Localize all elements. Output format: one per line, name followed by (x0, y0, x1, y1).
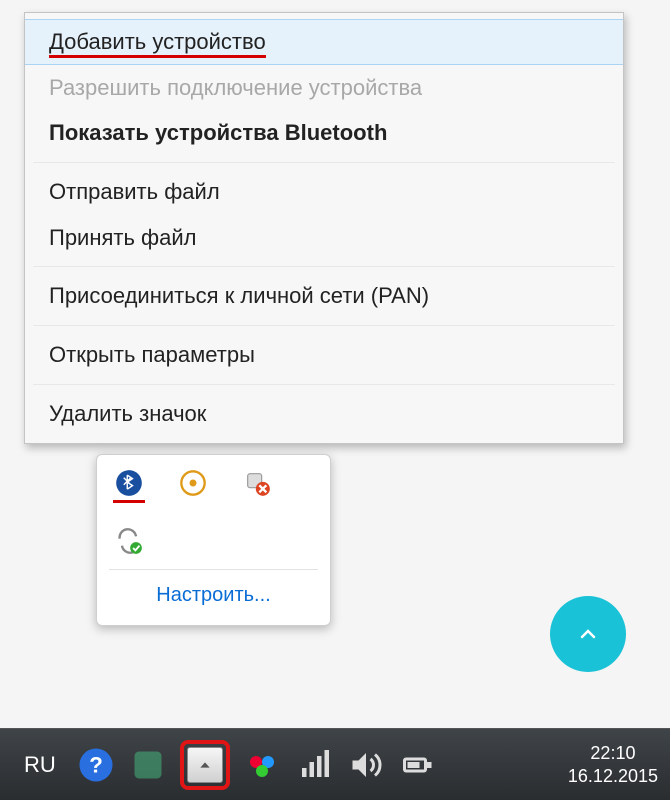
menu-separator (33, 162, 615, 163)
hidden-icons-grid (109, 465, 318, 569)
people-icon[interactable] (244, 747, 280, 783)
menu-item-show-bt-devices[interactable]: Показать устройства Bluetooth (25, 110, 623, 156)
volume-icon[interactable] (348, 747, 384, 783)
chevron-up-icon (576, 622, 600, 646)
language-indicator[interactable]: RU (24, 752, 56, 778)
menu-item-label: Присоединиться к личной сети (PAN) (49, 283, 429, 308)
show-hidden-highlight (180, 740, 230, 790)
blocked-icon[interactable] (243, 469, 271, 497)
power-icon[interactable] (400, 747, 436, 783)
bluetooth-icon[interactable] (115, 469, 143, 497)
svg-text:?: ? (89, 752, 103, 777)
network-icon[interactable] (296, 747, 332, 783)
taskbar: RU ? 22:10 16.12.2015 (0, 728, 670, 800)
help-icon[interactable]: ? (78, 747, 114, 783)
menu-item-add-device[interactable]: Добавить устройство (25, 19, 623, 65)
taskbar-clock[interactable]: 22:10 16.12.2015 (568, 742, 658, 787)
menu-separator (33, 325, 615, 326)
menu-item-remove-icon[interactable]: Удалить значок (25, 391, 623, 437)
menu-item-label: Разрешить подключение устройства (49, 75, 422, 100)
menu-item-receive-file[interactable]: Принять файл (25, 215, 623, 261)
menu-item-label: Открыть параметры (49, 342, 255, 367)
menu-item-label: Добавить устройство (49, 29, 266, 58)
tray-settings-link[interactable]: Настроить... (109, 570, 318, 625)
menu-item-label: Принять файл (49, 225, 197, 250)
menu-item-open-settings[interactable]: Открыть параметры (25, 332, 623, 378)
show-hidden-icons-button[interactable] (187, 747, 223, 783)
bluetooth-context-menu: Добавить устройство Разрешить подключени… (24, 12, 624, 444)
menu-item-label: Удалить значок (49, 401, 206, 426)
clock-date: 16.12.2015 (568, 765, 658, 788)
scroll-up-fab[interactable] (550, 596, 626, 672)
hidden-icons-flyout: Настроить... (96, 454, 331, 626)
menu-item-label: Отправить файл (49, 179, 220, 204)
sync-ok-icon[interactable] (115, 527, 143, 555)
menu-item-allow-connect: Разрешить подключение устройства (25, 65, 623, 111)
app-icon[interactable] (130, 747, 166, 783)
menu-item-send-file[interactable]: Отправить файл (25, 169, 623, 215)
safely-remove-icon[interactable] (179, 469, 207, 497)
desktop-background: Добавить устройство Разрешить подключени… (0, 0, 670, 728)
menu-separator (33, 384, 615, 385)
menu-separator (33, 266, 615, 267)
menu-item-label: Показать устройства Bluetooth (49, 120, 387, 145)
triangle-up-icon (197, 757, 213, 773)
menu-item-join-pan[interactable]: Присоединиться к личной сети (PAN) (25, 273, 623, 319)
clock-time: 22:10 (568, 742, 658, 765)
